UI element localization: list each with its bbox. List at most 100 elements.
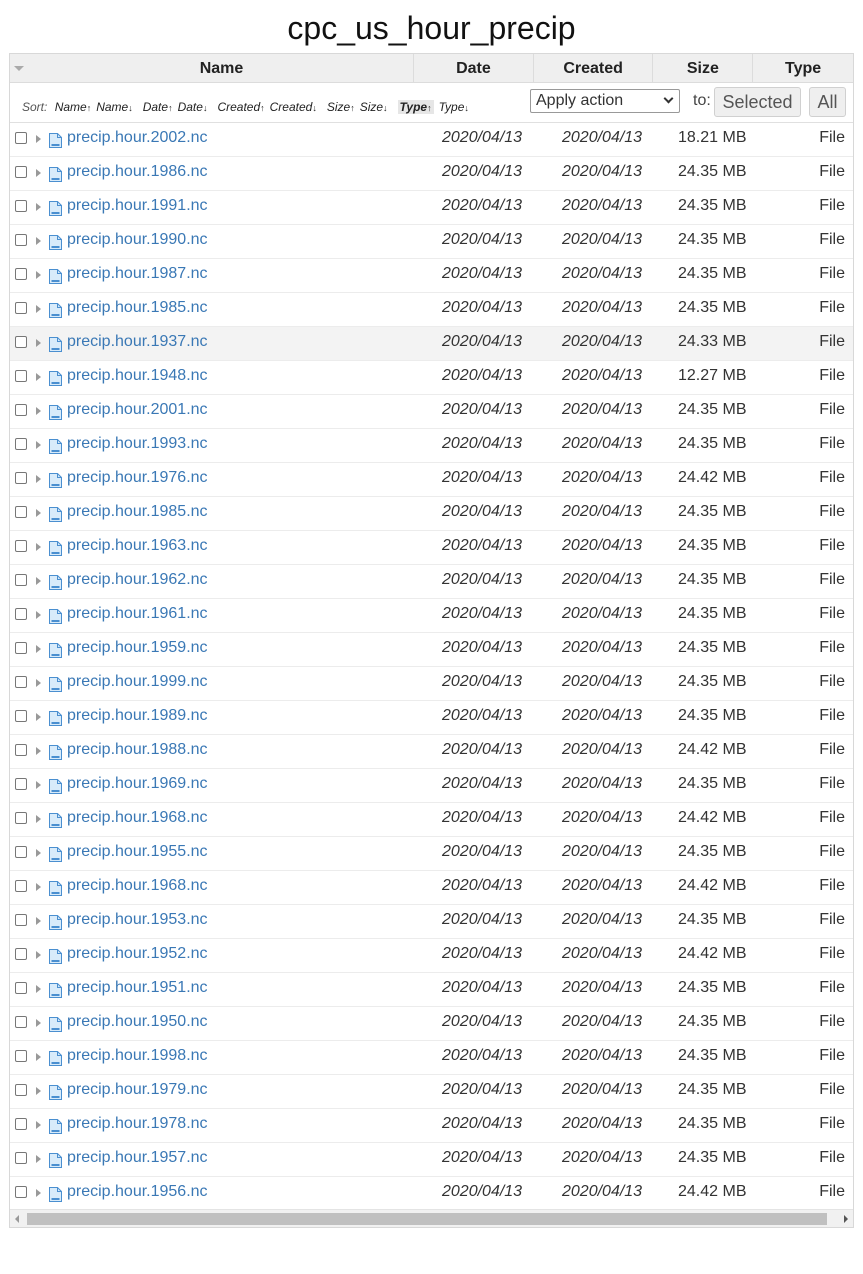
column-header-size[interactable]: Size xyxy=(653,54,754,82)
file-row[interactable]: precip.hour.1990.nc 2020/04/13 2020/04/13 2… xyxy=(10,225,853,259)
file-row[interactable]: precip.hour.1948.nc 2020/04/13 2020/04/13 1… xyxy=(10,361,853,395)
file-row[interactable]: precip.hour.1988.nc 2020/04/13 2020/04/13 2… xyxy=(10,735,853,769)
row-checkbox[interactable] xyxy=(15,1016,27,1028)
file-name-link[interactable]: precip.hour.1963.nc xyxy=(67,537,208,555)
row-checkbox[interactable] xyxy=(15,880,27,892)
file-name-link[interactable]: precip.hour.1957.nc xyxy=(67,1149,208,1167)
expand-icon[interactable] xyxy=(36,747,41,755)
row-checkbox[interactable] xyxy=(15,506,27,518)
expand-icon[interactable] xyxy=(36,611,41,619)
sort-type-desc-link[interactable]: Type↓ xyxy=(439,100,469,114)
row-checkbox[interactable] xyxy=(15,336,27,348)
file-name-link[interactable]: precip.hour.1990.nc xyxy=(67,231,208,249)
expand-icon[interactable] xyxy=(36,475,41,483)
expand-icon[interactable] xyxy=(36,441,41,449)
file-row[interactable]: precip.hour.1976.nc 2020/04/13 2020/04/13 2… xyxy=(10,463,853,497)
file-row[interactable]: precip.hour.1968.nc 2020/04/13 2020/04/13 2… xyxy=(10,803,853,837)
row-checkbox[interactable] xyxy=(15,1084,27,1096)
file-row[interactable]: precip.hour.1969.nc 2020/04/13 2020/04/13 2… xyxy=(10,769,853,803)
sort-name-desc-link[interactable]: Name↓ xyxy=(96,100,133,114)
row-checkbox[interactable] xyxy=(15,676,27,688)
file-row[interactable]: precip.hour.1985.nc 2020/04/13 2020/04/13 2… xyxy=(10,497,853,531)
expand-icon[interactable] xyxy=(36,645,41,653)
expand-icon[interactable] xyxy=(36,135,41,143)
expand-icon[interactable] xyxy=(36,883,41,891)
row-checkbox[interactable] xyxy=(15,472,27,484)
row-checkbox[interactable] xyxy=(15,1152,27,1164)
row-checkbox[interactable] xyxy=(15,642,27,654)
expand-icon[interactable] xyxy=(36,1087,41,1095)
expand-icon[interactable] xyxy=(36,815,41,823)
row-checkbox[interactable] xyxy=(15,540,27,552)
file-row[interactable]: precip.hour.1963.nc 2020/04/13 2020/04/13 2… xyxy=(10,531,853,565)
expand-icon[interactable] xyxy=(36,951,41,959)
file-name-link[interactable]: precip.hour.2001.nc xyxy=(67,401,208,419)
sort-name-asc-link[interactable]: Name↑ xyxy=(55,100,92,114)
apply-action-select[interactable]: Apply action xyxy=(530,89,680,113)
horizontal-scrollbar[interactable] xyxy=(10,1209,853,1227)
apply-selected-button[interactable]: Selected xyxy=(714,87,801,117)
file-name-link[interactable]: precip.hour.1985.nc xyxy=(67,503,208,521)
file-name-link[interactable]: precip.hour.1989.nc xyxy=(67,707,208,725)
row-checkbox[interactable] xyxy=(15,948,27,960)
file-row[interactable]: precip.hour.1959.nc 2020/04/13 2020/04/13 2… xyxy=(10,633,853,667)
file-row[interactable]: precip.hour.2002.nc 2020/04/13 2020/04/13 1… xyxy=(10,123,853,157)
column-header-created[interactable]: Created xyxy=(534,54,654,82)
file-row[interactable]: precip.hour.1950.nc 2020/04/13 2020/04/13 2… xyxy=(10,1007,853,1041)
file-row[interactable]: precip.hour.1979.nc 2020/04/13 2020/04/13 2… xyxy=(10,1075,853,1109)
expand-icon[interactable] xyxy=(36,373,41,381)
file-name-link[interactable]: precip.hour.1959.nc xyxy=(67,639,208,657)
column-toggle-button[interactable] xyxy=(10,54,30,82)
file-name-link[interactable]: precip.hour.1968.nc xyxy=(67,809,208,827)
expand-icon[interactable] xyxy=(36,271,41,279)
file-row[interactable]: precip.hour.1985.nc 2020/04/13 2020/04/13 2… xyxy=(10,293,853,327)
sort-created-desc-link[interactable]: Created↓ xyxy=(270,100,317,114)
sort-size-desc-link[interactable]: Size↓ xyxy=(360,100,388,114)
row-checkbox[interactable] xyxy=(15,710,27,722)
column-header-name[interactable]: Name xyxy=(30,54,415,82)
column-header-type[interactable]: Type xyxy=(753,54,853,82)
file-row[interactable]: precip.hour.1993.nc 2020/04/13 2020/04/13 2… xyxy=(10,429,853,463)
row-checkbox[interactable] xyxy=(15,744,27,756)
sort-created-asc-link[interactable]: Created↑ xyxy=(217,100,264,114)
file-name-link[interactable]: precip.hour.1986.nc xyxy=(67,163,208,181)
file-row[interactable]: precip.hour.1952.nc 2020/04/13 2020/04/13 2… xyxy=(10,939,853,973)
scroll-right-icon[interactable] xyxy=(844,1215,848,1223)
file-name-link[interactable]: precip.hour.2002.nc xyxy=(67,129,208,147)
file-row[interactable]: precip.hour.1991.nc 2020/04/13 2020/04/13 2… xyxy=(10,191,853,225)
row-checkbox[interactable] xyxy=(15,608,27,620)
file-name-link[interactable]: precip.hour.1968.nc xyxy=(67,877,208,895)
file-row[interactable]: precip.hour.1955.nc 2020/04/13 2020/04/13 2… xyxy=(10,837,853,871)
row-checkbox[interactable] xyxy=(15,404,27,416)
expand-icon[interactable] xyxy=(36,1019,41,1027)
file-row[interactable]: precip.hour.1987.nc 2020/04/13 2020/04/13 2… xyxy=(10,259,853,293)
file-row[interactable]: precip.hour.1937.nc 2020/04/13 2020/04/13 2… xyxy=(10,327,853,361)
file-name-link[interactable]: precip.hour.1951.nc xyxy=(67,979,208,997)
file-row[interactable]: precip.hour.1968.nc 2020/04/13 2020/04/13 2… xyxy=(10,871,853,905)
expand-icon[interactable] xyxy=(36,713,41,721)
file-name-link[interactable]: precip.hour.1991.nc xyxy=(67,197,208,215)
expand-icon[interactable] xyxy=(36,577,41,585)
file-name-link[interactable]: precip.hour.1950.nc xyxy=(67,1013,208,1031)
file-name-link[interactable]: precip.hour.1976.nc xyxy=(67,469,208,487)
row-checkbox[interactable] xyxy=(15,1118,27,1130)
apply-all-button[interactable]: All xyxy=(809,87,846,117)
file-name-link[interactable]: precip.hour.1998.nc xyxy=(67,1047,208,1065)
file-row[interactable]: precip.hour.1989.nc 2020/04/13 2020/04/13 2… xyxy=(10,701,853,735)
expand-icon[interactable] xyxy=(36,169,41,177)
expand-icon[interactable] xyxy=(36,917,41,925)
row-checkbox[interactable] xyxy=(15,1186,27,1198)
file-name-link[interactable]: precip.hour.1993.nc xyxy=(67,435,208,453)
expand-icon[interactable] xyxy=(36,679,41,687)
row-checkbox[interactable] xyxy=(15,778,27,790)
row-checkbox[interactable] xyxy=(15,1050,27,1062)
file-row[interactable]: precip.hour.2001.nc 2020/04/13 2020/04/13 2… xyxy=(10,395,853,429)
expand-icon[interactable] xyxy=(36,203,41,211)
row-checkbox[interactable] xyxy=(15,234,27,246)
expand-icon[interactable] xyxy=(36,237,41,245)
expand-icon[interactable] xyxy=(36,849,41,857)
sort-size-asc-link[interactable]: Size↑ xyxy=(327,100,355,114)
file-row[interactable]: precip.hour.1951.nc 2020/04/13 2020/04/13 2… xyxy=(10,973,853,1007)
row-checkbox[interactable] xyxy=(15,268,27,280)
file-name-link[interactable]: precip.hour.1955.nc xyxy=(67,843,208,861)
